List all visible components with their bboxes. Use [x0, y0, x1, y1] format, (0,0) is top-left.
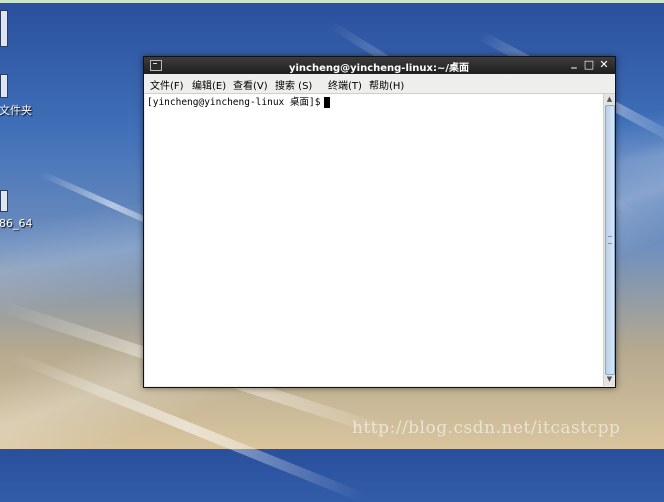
terminal-icon[interactable]: [150, 60, 162, 71]
minimize-button[interactable]: _: [567, 56, 581, 70]
terminal-window[interactable]: yincheng@yincheng-linux:~/桌面 _ □ ✕ 文件(F)…: [143, 56, 616, 388]
terminal-line: [yincheng@yincheng-linux 桌面]$: [147, 94, 331, 108]
home-icon[interactable]: [0, 10, 8, 47]
grip-icon: [608, 236, 612, 244]
scroll-down-icon[interactable]: ▼: [604, 374, 615, 385]
desktop-icon-label[interactable]: 86_64: [0, 217, 33, 230]
terminal-area[interactable]: [yincheng@yincheng-linux 桌面]$: [145, 94, 603, 386]
window-title: yincheng@yincheng-linux:~/桌面: [288, 63, 470, 74]
vertical-scrollbar[interactable]: ▲ ▼: [603, 94, 615, 386]
folder-icon[interactable]: [0, 74, 8, 98]
menu-terminal[interactable]: 终端(T): [328, 77, 362, 92]
desktop-top-strip: [0, 0, 664, 3]
close-button[interactable]: ✕: [597, 58, 611, 72]
menu-view[interactable]: 查看(V): [233, 77, 268, 92]
scroll-up-icon[interactable]: ▲: [604, 94, 615, 105]
shell-prompt: [yincheng@yincheng-linux 桌面]$: [147, 97, 321, 108]
menubar: 文件(F) 编辑(E) 查看(V) 搜索 (S) 终端(T) 帮助(H): [144, 74, 615, 94]
text-cursor: [324, 97, 331, 108]
menu-file[interactable]: 文件(F): [150, 77, 184, 92]
maximize-button[interactable]: □: [582, 58, 596, 72]
menu-help[interactable]: 帮助(H): [369, 77, 404, 92]
desktop-icon-label[interactable]: 文件夹: [0, 102, 32, 118]
disc-icon[interactable]: [0, 190, 8, 212]
watermark: http://blog.csdn.net/itcastcpp: [352, 418, 621, 438]
menu-edit[interactable]: 编辑(E): [192, 77, 226, 92]
titlebar[interactable]: yincheng@yincheng-linux:~/桌面 _ □ ✕: [144, 56, 615, 74]
scroll-thumb[interactable]: [605, 105, 615, 375]
menu-search[interactable]: 搜索 (S): [275, 77, 312, 92]
